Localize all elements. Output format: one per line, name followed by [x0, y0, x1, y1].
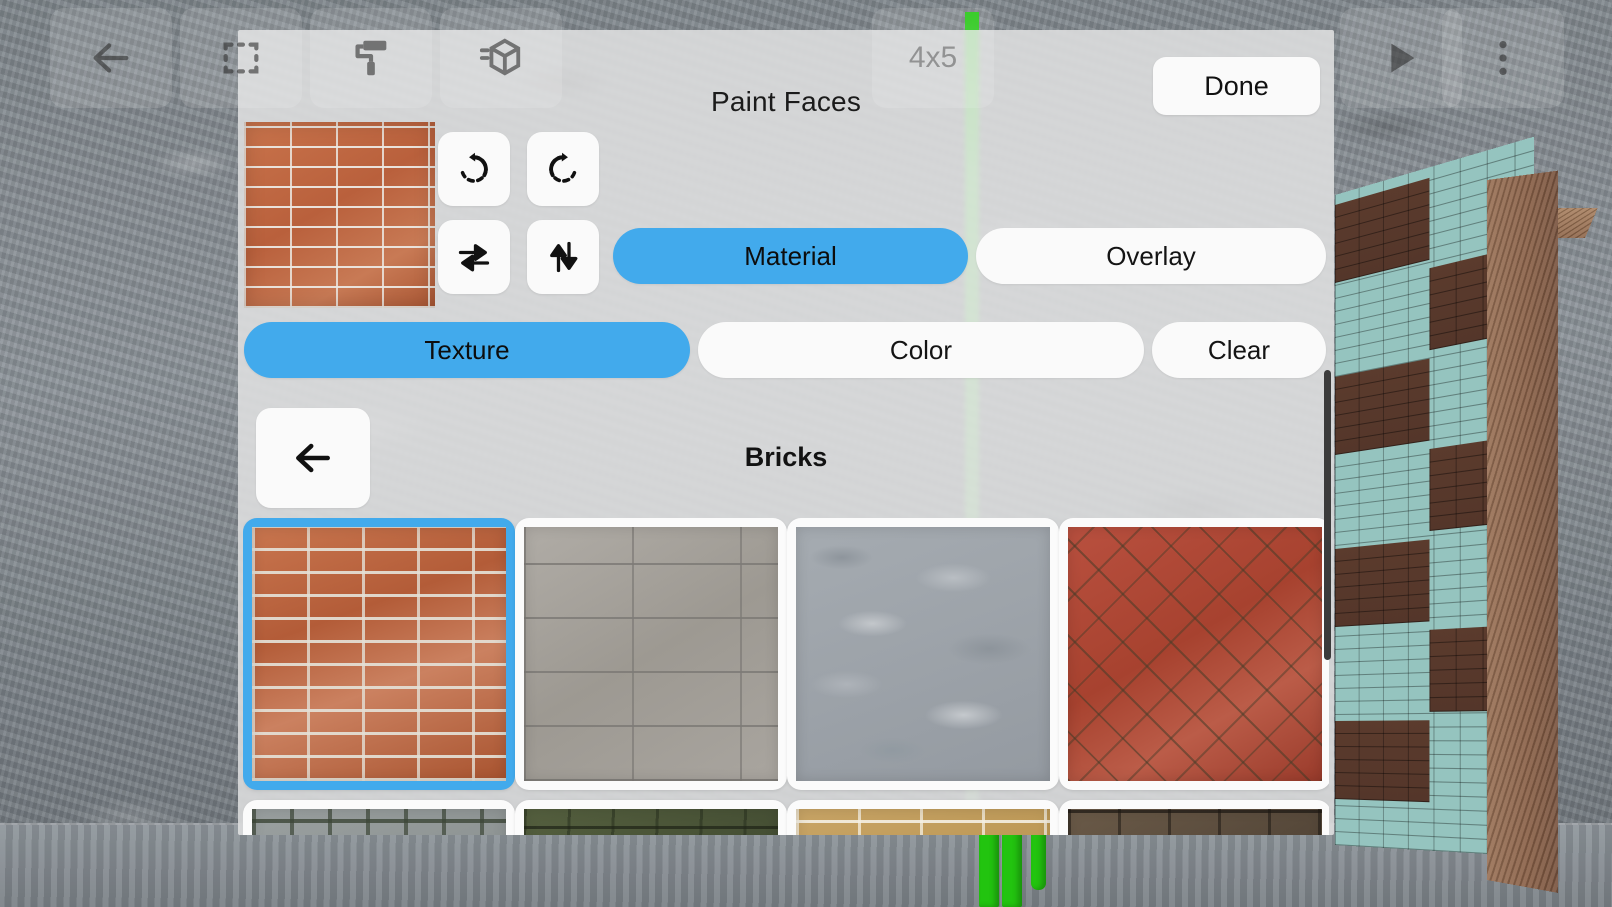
wall-side-frame — [1487, 170, 1558, 893]
paint-roller-icon — [355, 40, 387, 76]
texture-grid — [243, 518, 1329, 835]
texture-tile-cobblestone-gray[interactable] — [243, 800, 515, 835]
toolbar-grid-size-button[interactable]: 4x5 — [872, 8, 994, 108]
paint-faces-dialog: Paint Faces Done Material Overlay Textur… — [238, 30, 1334, 835]
texture-tile-concrete-block[interactable] — [515, 518, 787, 790]
texture-thumbnail — [796, 809, 1050, 835]
toolbar-back-button[interactable] — [50, 8, 172, 108]
texture-thumbnail — [524, 527, 778, 781]
grid-size-label: 4x5 — [908, 41, 958, 74]
rotate-left-button[interactable] — [438, 132, 510, 206]
texture-list-scrollbar[interactable] — [1324, 370, 1331, 660]
play-icon — [1391, 43, 1415, 73]
category-title: Bricks — [744, 442, 828, 472]
texture-thumbnail — [1068, 527, 1322, 781]
rotate-ccw-icon — [460, 152, 488, 183]
flip-vertical-icon — [550, 241, 578, 273]
select-region-icon — [223, 42, 259, 74]
toolbar-select-button[interactable] — [180, 8, 302, 108]
tab-material[interactable]: Material — [613, 228, 968, 284]
tab-overlay[interactable]: Overlay — [976, 228, 1326, 284]
tab-texture[interactable]: Texture — [244, 322, 690, 378]
rotate-cw-icon — [549, 152, 577, 183]
texture-tile-stone-gray-rough[interactable] — [787, 518, 1059, 790]
cube-icon — [479, 38, 521, 76]
app-root: Paint Faces Done Material Overlay Textur… — [0, 0, 1612, 907]
rotate-right-button[interactable] — [527, 132, 599, 206]
texture-preview[interactable] — [244, 122, 435, 308]
texture-thumbnail — [252, 809, 506, 835]
tab-color[interactable]: Color — [698, 322, 1144, 378]
texture-tile-stone-mossy-dark[interactable] — [515, 800, 787, 835]
toolbar-more-button[interactable] — [1442, 8, 1564, 108]
flip-vertical-button[interactable] — [527, 220, 599, 294]
texture-thumbnail — [796, 527, 1050, 781]
texture-thumbnail — [1068, 809, 1322, 835]
tab-clear[interactable]: Clear — [1152, 322, 1326, 378]
texture-tile-brick-herringbone[interactable] — [1059, 518, 1329, 790]
app-toolbar: 4x5 — [0, 8, 1612, 108]
toolbar-block-button[interactable] — [440, 8, 562, 108]
texture-thumbnail — [524, 809, 778, 835]
flip-horizontal-icon — [458, 244, 490, 272]
texture-thumbnail — [252, 527, 506, 781]
flip-horizontal-button[interactable] — [438, 220, 510, 294]
texture-tile-sandstone-tan[interactable] — [787, 800, 1059, 835]
arrow-left-icon — [93, 43, 129, 73]
texture-tile-stone-brown-dark[interactable] — [1059, 800, 1329, 835]
more-vertical-icon — [1499, 40, 1507, 76]
texture-tile-brick-red-wall[interactable] — [243, 518, 515, 790]
toolbar-paint-button[interactable] — [310, 8, 432, 108]
